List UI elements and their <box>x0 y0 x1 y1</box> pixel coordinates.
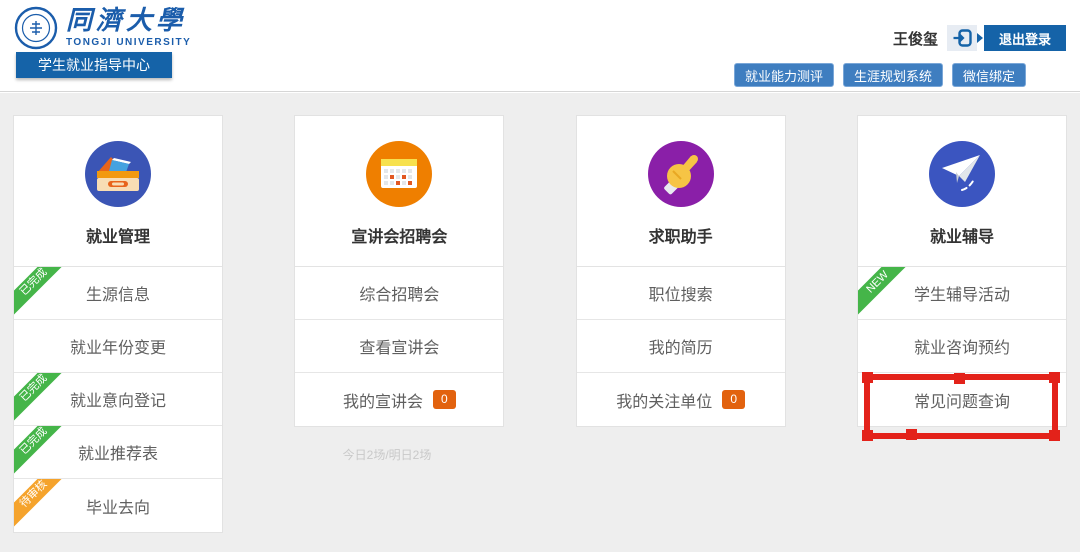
menu-item-label: 毕业去向 <box>86 494 150 518</box>
card-menu-item[interactable]: 综合招聘会 <box>295 267 503 320</box>
card-menu-item[interactable]: 待审核毕业去向 <box>14 479 222 532</box>
card-title: 就业管理 <box>14 223 222 247</box>
count-badge: 0 <box>433 390 456 408</box>
header: 同濟大學 TONGJI UNIVERSITY 学生就业指导中心 王俊玺 退出登录… <box>0 0 1080 92</box>
nav-button-2[interactable]: 微信绑定 <box>952 63 1026 87</box>
user-name: 王俊玺 <box>893 28 938 49</box>
card-title: 就业辅导 <box>858 223 1066 247</box>
menu-item-label: 常见问题查询 <box>914 388 1010 412</box>
nav-button-1[interactable]: 生涯规划系统 <box>843 63 943 87</box>
menu-item-label: 我的关注单位 <box>616 388 712 412</box>
card-header: 就业管理 <box>14 116 222 267</box>
card-menu-item[interactable]: NEW学生辅导活动 <box>858 267 1066 320</box>
menu-item-label: 查看宣讲会 <box>359 334 439 358</box>
status-ribbon: 待审核 <box>14 479 71 532</box>
nav-buttons: 就业能力测评生涯规划系统微信绑定 <box>734 63 1026 87</box>
card-menu-item[interactable]: 已完成生源信息 <box>14 267 222 320</box>
menu-item-label: 我的宣讲会 <box>343 388 423 412</box>
calendar-icon <box>366 141 432 212</box>
nav-button-0[interactable]: 就业能力测评 <box>734 63 834 87</box>
main-content: 就业管理已完成生源信息就业年份变更已完成就业意向登记已完成就业推荐表待审核毕业去… <box>0 93 1080 552</box>
menu-item-label: 学生辅导活动 <box>914 281 1010 305</box>
menu-item-label: 职位搜索 <box>649 281 713 305</box>
status-ribbon: NEW <box>858 267 915 320</box>
menu-item-label: 就业意向登记 <box>70 387 166 411</box>
pointing-hand-icon <box>648 141 714 212</box>
card-career-fairs: 宣讲会招聘会综合招聘会查看宣讲会我的宣讲会 0 <box>294 115 504 427</box>
menu-item-label: 我的简历 <box>649 334 713 358</box>
user-area: 王俊玺 退出登录 <box>893 25 1066 51</box>
status-ribbon: 已完成 <box>14 373 71 426</box>
menu-item-label: 就业年份变更 <box>70 334 166 358</box>
status-ribbon: 已完成 <box>14 267 71 320</box>
card-menu-item[interactable]: 我的简历 <box>577 320 785 373</box>
card-menu-item[interactable]: 查看宣讲会 <box>295 320 503 373</box>
card-menu-item[interactable]: 就业年份变更 <box>14 320 222 373</box>
dept-banner: 学生就业指导中心 <box>16 52 172 78</box>
page: 同濟大學 TONGJI UNIVERSITY 学生就业指导中心 王俊玺 退出登录… <box>0 0 1080 552</box>
count-badge: 0 <box>722 390 745 408</box>
card-header: 求职助手 <box>577 116 785 267</box>
university-logo: 同濟大學 TONGJI UNIVERSITY <box>14 6 191 50</box>
card-header: 宣讲会招聘会 <box>295 116 503 267</box>
logout-arrow-icon <box>977 33 983 43</box>
card-employment-management: 就业管理已完成生源信息就业年份变更已完成就业意向登记已完成就业推荐表待审核毕业去… <box>13 115 223 533</box>
card-header: 就业辅导 <box>858 116 1066 267</box>
logout-icon[interactable] <box>947 25 977 51</box>
card-job-search-assistant: 求职助手职位搜索我的简历我的关注单位 0 <box>576 115 786 427</box>
menu-item-label: 就业咨询预约 <box>914 334 1010 358</box>
paper-plane-icon <box>929 141 995 212</box>
card-menu-item[interactable]: 已完成就业意向登记 <box>14 373 222 426</box>
menu-item-label: 就业推荐表 <box>78 440 158 464</box>
card-menu-item[interactable]: 职位搜索 <box>577 267 785 320</box>
university-name-en: TONGJI UNIVERSITY <box>66 37 191 48</box>
card-menu-item[interactable]: 我的关注单位 0 <box>577 373 785 426</box>
session-count-note: 今日2场/明日2场 <box>282 446 492 463</box>
card-title: 宣讲会招聘会 <box>295 223 503 247</box>
card-menu-item[interactable]: 我的宣讲会 0 <box>295 373 503 426</box>
card-menu-item[interactable]: 已完成就业推荐表 <box>14 426 222 479</box>
menu-item-label: 生源信息 <box>86 281 150 305</box>
status-ribbon: 已完成 <box>14 426 71 479</box>
card-menu-item[interactable]: 就业咨询预约 <box>858 320 1066 373</box>
drawer-books-icon <box>85 141 151 212</box>
menu-item-label: 综合招聘会 <box>359 281 439 305</box>
cards-row: 就业管理已完成生源信息就业年份变更已完成就业意向登记已完成就业推荐表待审核毕业去… <box>13 115 1067 533</box>
logout-button[interactable]: 退出登录 <box>984 25 1066 51</box>
card-employment-coaching: 就业辅导NEW学生辅导活动就业咨询预约常见问题查询 <box>857 115 1067 427</box>
university-name-cn: 同濟大學 <box>66 8 191 35</box>
university-seal-icon <box>14 6 58 50</box>
card-menu-item[interactable]: 常见问题查询 <box>858 373 1066 426</box>
card-title: 求职助手 <box>577 223 785 247</box>
